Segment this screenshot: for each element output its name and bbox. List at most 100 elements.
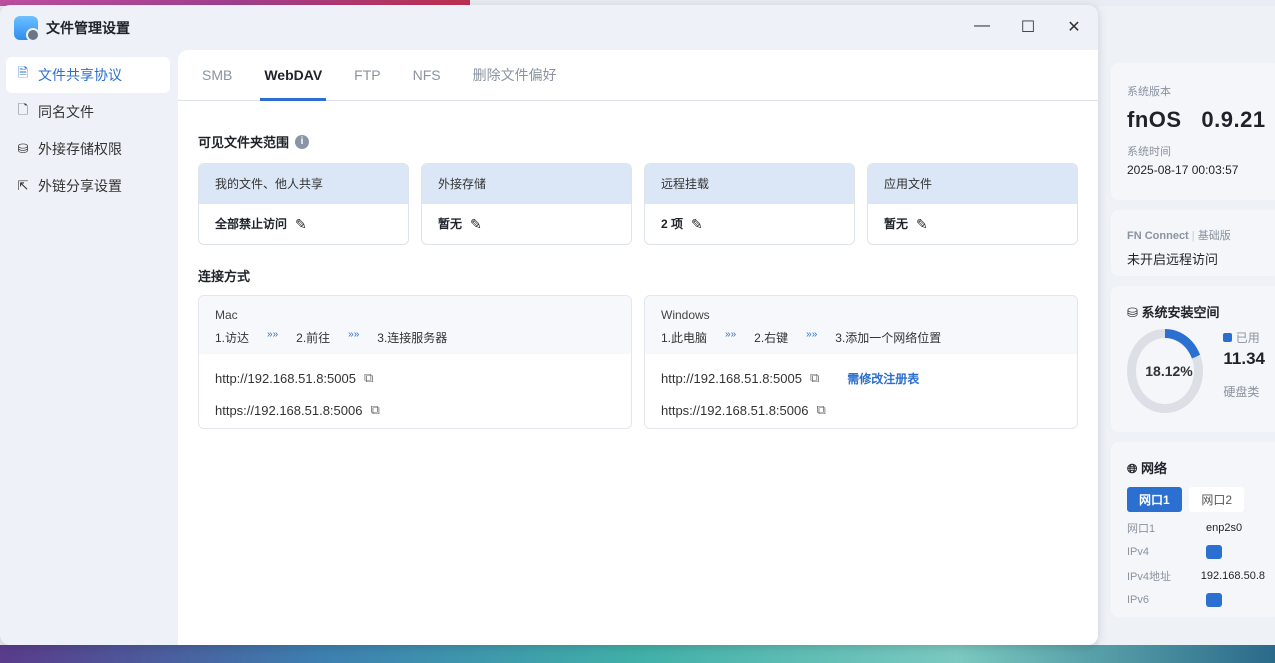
maximize-button[interactable]: ☐ [1016, 17, 1040, 37]
card-header: 我的文件、他人共享 [199, 164, 408, 204]
https-url: https://192.168.51.8:5006 [215, 402, 363, 418]
connection-heading: 连接方式 [198, 266, 250, 285]
scope-card-remote-mount: 远程挂载 2 项 ✎ [644, 163, 855, 245]
file-settings-window: 文件管理设置 — ☐ ✕ 🗎 文件共享协议 🗋 同名文件 ⛁ 外接存储权限 ⇱ 外链分享… [0, 5, 1098, 645]
tab-port-2[interactable]: 网口2 [1189, 487, 1244, 512]
file-icon: 🗋 [17, 102, 29, 117]
connect-name: FN Connect [1127, 230, 1189, 242]
connect-status: 未开启远程访问 [1127, 252, 1219, 267]
chevron-right-icon: »» [267, 329, 279, 340]
scope-card-my-files: 我的文件、他人共享全部禁止访问 ✎ [198, 163, 409, 245]
storage-title: 系统安装空间 [1141, 305, 1220, 320]
copy-icon[interactable]: ⧉ [816, 402, 825, 418]
disk-type-label: 硬盘类 [1223, 385, 1260, 399]
copy-icon[interactable]: ⧉ [810, 370, 819, 386]
usage-percent: 18.12% [1145, 363, 1193, 379]
connect-tier: 基础版 [1197, 230, 1231, 242]
info-icon[interactable]: i [295, 134, 310, 149]
scope-card-app-files: 应用文件暂无 ✎ [867, 163, 1078, 245]
drive-icon: ⛁ [17, 141, 29, 156]
sidebar: 🗎 文件共享协议 🗋 同名文件 ⛁ 外接存储权限 ⇱ 外链分享设置 [6, 57, 170, 205]
used-label: 已用 [1235, 331, 1260, 345]
protocol-tabs: SMB WebDAV FTP NFS 删除文件偏好 [178, 50, 1098, 101]
http-url: http://192.168.51.8:5005 [661, 370, 802, 386]
step: 3.连接服务器 [377, 331, 448, 345]
edit-icon[interactable]: ✎ [470, 204, 482, 244]
sidebar-item-label: 外链分享设置 [38, 178, 122, 194]
tab-ftp[interactable]: FTP [354, 50, 380, 101]
sidebar-item-file-sharing[interactable]: 🗎 文件共享协议 [6, 57, 170, 93]
card-value: 暂无 [438, 217, 463, 231]
scope-card-external: 外接存储暂无 ✎ [421, 163, 632, 245]
storage-widget: ⛁ 系统安装空间 18.12% 已用 11.34 硬盘类 [1111, 286, 1275, 432]
minimize-button[interactable]: — [970, 17, 994, 35]
step: 1.此电脑 [661, 331, 708, 345]
network-title: 网络 [1141, 461, 1168, 476]
tab-port-1[interactable]: 网口1 [1127, 487, 1182, 512]
sidebar-item-same-name[interactable]: 🗋 同名文件 [6, 94, 170, 130]
chevron-right-icon: »» [725, 329, 737, 340]
card-header: 外接存储 [422, 164, 631, 204]
card-value: 暂无 [884, 217, 909, 231]
share-icon: ⇱ [17, 178, 29, 193]
card-value: 2 项 [661, 217, 684, 231]
step: 2.前往 [296, 331, 331, 345]
window-title: 文件管理设置 [46, 19, 130, 36]
globe-icon: 🌐︎ [1127, 461, 1138, 476]
tab-delete-preference[interactable]: 删除文件偏好 [473, 50, 557, 101]
legend-swatch [1223, 333, 1233, 342]
section-title: 可见文件夹范围 [198, 135, 290, 150]
sidebar-item-label: 文件共享协议 [38, 67, 122, 83]
document-icon: 🗎 [17, 65, 29, 80]
https-url: https://192.168.51.8:5006 [661, 402, 809, 418]
copy-icon[interactable]: ⧉ [364, 370, 373, 386]
sidebar-item-label: 同名文件 [38, 104, 94, 120]
used-value: 11.34 [1223, 349, 1265, 368]
app-icon [14, 15, 40, 42]
card-value: 全部禁止访问 [215, 217, 288, 231]
os-label: Mac [215, 308, 238, 322]
version-value: fnOS 0.9.21 [1127, 107, 1266, 132]
card-header: 远程挂载 [645, 164, 854, 204]
sidebar-item-external-storage[interactable]: ⛁ 外接存储权限 [6, 131, 170, 167]
tab-nfs[interactable]: NFS [413, 50, 441, 101]
sidebar-item-label: 外接存储权限 [38, 141, 122, 157]
card-header: 应用文件 [868, 164, 1077, 204]
ipv6-toggle[interactable] [1206, 593, 1222, 607]
step: 1.访达 [215, 331, 250, 345]
row-key: IPv4地址 [1127, 571, 1172, 583]
step: 3.添加一个网络位置 [835, 331, 942, 345]
close-button[interactable]: ✕ [1062, 17, 1086, 37]
row-value: 192.168.50.8 [1200, 570, 1265, 582]
http-url: http://192.168.51.8:5005 [215, 370, 356, 386]
edit-icon[interactable]: ✎ [916, 204, 928, 244]
tab-webdav[interactable]: WebDAV [260, 50, 327, 101]
row-key: 网口1 [1127, 523, 1156, 535]
main-panel: SMB WebDAV FTP NFS 删除文件偏好 可见文件夹范围 i 我的文件、… [178, 50, 1098, 645]
step: 2.右键 [754, 331, 789, 345]
edit-icon[interactable]: ✎ [295, 204, 307, 244]
tab-smb[interactable]: SMB [202, 50, 232, 101]
version-label: 系统版本 [1127, 86, 1171, 98]
copy-icon[interactable]: ⧉ [370, 402, 379, 418]
row-key: IPv4 [1127, 546, 1150, 558]
title-bar: 文件管理设置 — ☐ ✕ [0, 5, 1098, 50]
network-widget: 🌐︎ 网络 网口1 网口2 网口1 enp2s0 IPv4 IPv4地址 192.1… [1111, 442, 1275, 617]
chevron-right-icon: »» [806, 329, 818, 340]
row-key: IPv6 [1127, 594, 1150, 606]
section-title: 连接方式 [198, 269, 251, 284]
registry-link[interactable]: 需修改注册表 [847, 370, 919, 387]
windows-connection-card: Windows 1.此电脑 »» 2.右键 »» 3.添加一个网络位置 http://1… [644, 295, 1078, 429]
row-value: enp2s0 [1206, 522, 1243, 534]
ipv4-toggle[interactable] [1206, 545, 1222, 559]
drive-icon: ⛁ [1127, 305, 1138, 320]
sidebar-item-share-link[interactable]: ⇱ 外链分享设置 [6, 168, 170, 204]
system-time: 2025-08-17 00:03:57 [1127, 163, 1239, 177]
fn-connect-widget[interactable]: FN Connect | 基础版 未开启远程访问 [1111, 210, 1275, 276]
time-label: 系统时间 [1127, 146, 1171, 158]
visible-scope-heading: 可见文件夹范围 i [198, 132, 310, 151]
edit-icon[interactable]: ✎ [691, 204, 703, 244]
chevron-right-icon: »» [348, 329, 360, 340]
system-version-widget: 系统版本 fnOS 0.9.21 系统时间 2025-08-17 00:03:5… [1111, 63, 1275, 200]
usage-ring: 18.12% [1127, 329, 1204, 413]
